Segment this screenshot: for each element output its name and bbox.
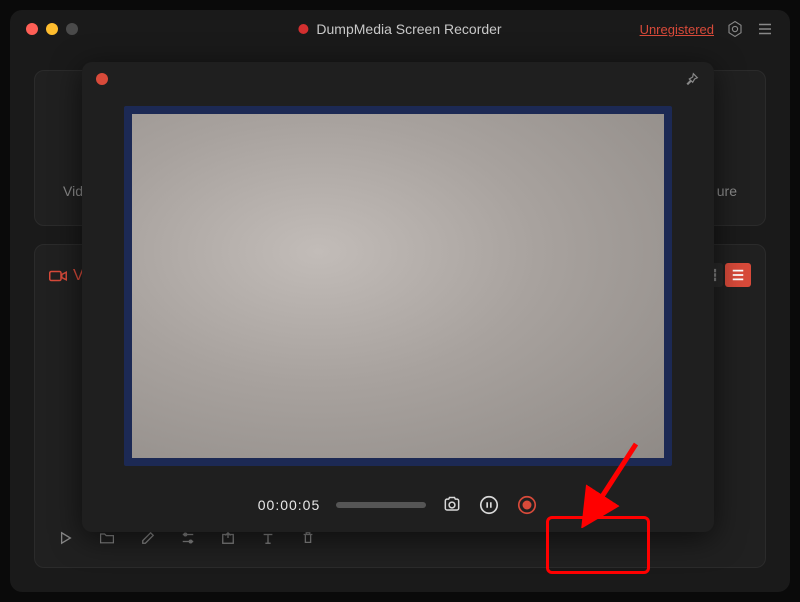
menu-icon[interactable] bbox=[756, 20, 774, 38]
play-icon[interactable] bbox=[59, 531, 73, 545]
title-center: DumpMedia Screen Recorder bbox=[298, 21, 501, 37]
stop-button[interactable] bbox=[516, 494, 538, 516]
recording-indicator-icon bbox=[298, 24, 308, 34]
progress-bar[interactable] bbox=[336, 502, 426, 508]
recorder-titlebar bbox=[82, 62, 714, 96]
unregistered-link[interactable]: Unregistered bbox=[640, 22, 714, 37]
app-title: DumpMedia Screen Recorder bbox=[316, 21, 501, 37]
minimize-window-button[interactable] bbox=[46, 23, 58, 35]
recordings-tab[interactable]: V bbox=[49, 267, 84, 285]
recording-timer: 00:00:05 bbox=[258, 497, 321, 513]
titlebar-right: Unregistered bbox=[640, 20, 774, 38]
trash-icon[interactable] bbox=[301, 531, 315, 545]
maximize-window-button[interactable] bbox=[66, 23, 78, 35]
close-window-button[interactable] bbox=[26, 23, 38, 35]
preview-content bbox=[132, 114, 664, 458]
list-view-button[interactable] bbox=[725, 263, 751, 287]
preview-frame bbox=[124, 106, 672, 466]
sliders-icon[interactable] bbox=[181, 531, 195, 545]
edit-icon[interactable] bbox=[141, 531, 155, 545]
pin-icon[interactable] bbox=[684, 71, 700, 87]
pause-button[interactable] bbox=[478, 494, 500, 516]
screenshot-icon[interactable] bbox=[442, 495, 462, 515]
rename-icon[interactable] bbox=[261, 531, 275, 545]
mode-label-capture: ure bbox=[717, 183, 737, 199]
folder-icon[interactable] bbox=[99, 531, 115, 545]
recorder-close-button[interactable] bbox=[96, 73, 108, 85]
recorder-window: 00:00:05 bbox=[82, 62, 714, 532]
titlebar: DumpMedia Screen Recorder Unregistered bbox=[10, 10, 790, 48]
bottom-toolbar bbox=[59, 531, 315, 545]
recorder-controls: 00:00:05 bbox=[82, 494, 714, 516]
export-icon[interactable] bbox=[221, 531, 235, 545]
traffic-lights bbox=[26, 23, 78, 35]
settings-icon[interactable] bbox=[726, 20, 744, 38]
